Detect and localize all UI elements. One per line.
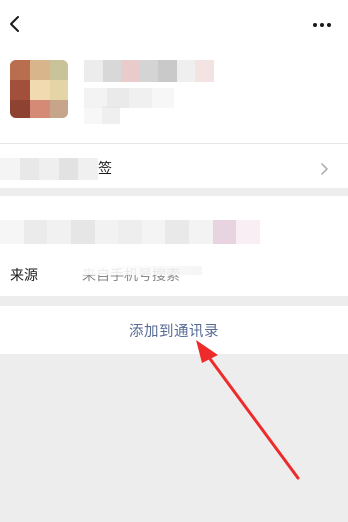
- tags-label[interactable]: 签: [98, 159, 112, 179]
- account-id-redacted: [84, 88, 174, 108]
- nickname-redacted: [84, 60, 215, 82]
- source-value-mask: [82, 266, 202, 275]
- chevron-left-icon[interactable]: [4, 10, 26, 38]
- moments-row-redacted[interactable]: [0, 220, 261, 244]
- source-label: 来源: [10, 268, 38, 284]
- chevron-right-icon[interactable]: [318, 160, 330, 178]
- region-redacted: [84, 106, 120, 124]
- add-to-contacts-button[interactable]: 添加到通讯录: [0, 306, 348, 354]
- add-to-contacts-label: 添加到通讯录: [129, 323, 219, 340]
- profile-card: 签: [0, 0, 348, 188]
- source-value-wrap: 来自手机号搜索: [82, 266, 202, 286]
- divider: [0, 143, 348, 144]
- section-gap: [0, 188, 348, 196]
- tags-label-redacted: [0, 158, 98, 180]
- avatar[interactable]: [10, 60, 68, 118]
- ellipsis-icon[interactable]: [308, 14, 336, 34]
